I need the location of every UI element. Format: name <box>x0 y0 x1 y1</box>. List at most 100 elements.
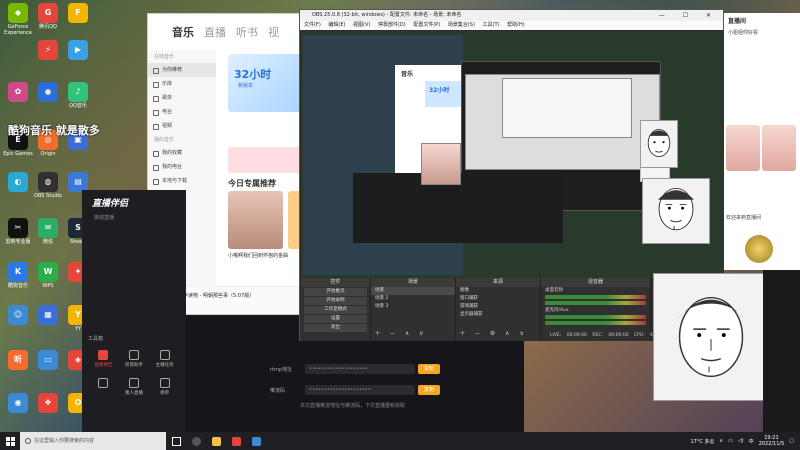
volume-meter[interactable] <box>545 301 646 305</box>
desktop-icon[interactable]: ◉ <box>33 82 63 103</box>
tab-3[interactable]: 视 <box>268 24 279 40</box>
mixer-dock: 混音器 桌面音频 麦克风/Aux <box>541 278 651 341</box>
app-taskbar-icon[interactable] <box>246 432 266 450</box>
app-icon: ◉ <box>8 393 28 413</box>
menu-item[interactable]: 视图(V) <box>353 22 370 28</box>
obs-titlebar[interactable]: OBS 25.0.8 (32-bit, windows) - 配置文件: 未命名… <box>300 10 723 21</box>
desktop-icon[interactable]: ✿ <box>3 82 33 103</box>
taskbar-search[interactable]: 在这里输入你要搜索的内容 <box>20 432 166 450</box>
tool-button[interactable]: 房管助手 <box>119 350 150 368</box>
sidebar-item[interactable]: 乐库 <box>148 77 216 91</box>
sidebar-item[interactable]: 我的电台 <box>148 160 216 174</box>
scene-item[interactable]: 场景 3 <box>371 303 455 311</box>
desktop-icon[interactable]: ❖ <box>33 393 63 414</box>
sidebar-item[interactable]: 歌单 <box>148 91 216 105</box>
copy-button[interactable]: 复制 <box>418 385 440 395</box>
desktop-icon[interactable]: K 酷狗音乐 <box>3 262 33 289</box>
tab-1[interactable]: 直播 <box>204 24 226 40</box>
source-item[interactable]: 窗口捕获 <box>456 295 540 303</box>
notification-icon[interactable]: ▢ <box>789 438 794 444</box>
tab-2[interactable]: 听书 <box>236 24 258 40</box>
desktop-icon[interactable]: ✂ 剪映专业版 <box>3 218 33 245</box>
field-input[interactable]: •••••••••••••••••••• <box>305 364 415 374</box>
menu-item[interactable]: 文件(F) <box>304 22 321 28</box>
sidebar-item[interactable]: 电台 <box>148 105 216 119</box>
app-icon: ▶ <box>68 40 88 60</box>
menu-item[interactable]: 停靠部件(D) <box>378 22 406 28</box>
tool-button[interactable]: 主播任务 <box>149 350 180 368</box>
desktop-icon[interactable]: ⚡ <box>33 40 63 61</box>
sidebar-item[interactable]: 为你推荐 <box>148 63 216 77</box>
ime-indicator[interactable]: 中 <box>749 438 754 445</box>
menu-item[interactable]: 工具(T) <box>483 22 500 28</box>
desktop-icon[interactable]: ▦ <box>33 305 63 326</box>
control-button[interactable]: 退出 <box>304 324 367 332</box>
desktop-icon[interactable]: W WPS <box>33 262 63 289</box>
volume-meter[interactable] <box>545 295 646 299</box>
volume-icon[interactable]: ◁) <box>738 438 744 444</box>
start-button[interactable] <box>0 432 20 450</box>
scene-item[interactable]: 场景 <box>371 287 455 295</box>
douyin-live-window[interactable]: 直播伴侣 离线直播 工具箱 直播预告 房管助手 主播任务 素人直播 榜单 <box>82 190 186 432</box>
window-controls[interactable]: — ☐ ✕ <box>659 10 719 21</box>
tool-button[interactable]: 榜单 <box>149 378 180 396</box>
field-input[interactable]: ••••••••••••••••••••• <box>305 385 415 395</box>
tool-button[interactable]: 素人直播 <box>119 378 150 396</box>
desktop-icon[interactable]: 听 <box>3 350 33 371</box>
menu-item[interactable]: 场景集合(S) <box>448 22 475 28</box>
tool-button[interactable]: 直播预告 <box>88 350 119 368</box>
app-icon: K <box>8 262 28 282</box>
menu-item[interactable]: 帮助(H) <box>507 22 525 28</box>
sidebar-item[interactable]: 视频 <box>148 119 216 133</box>
tab-0[interactable]: 音乐 <box>172 24 194 40</box>
app-taskbar-icon[interactable] <box>226 432 246 450</box>
menu-item[interactable]: 配置文件(P) <box>413 22 440 28</box>
volume-meter[interactable] <box>545 315 646 319</box>
scene-item[interactable]: 场景 2 <box>371 295 455 303</box>
desktop-icon[interactable]: F <box>63 3 93 24</box>
desktop-icon[interactable]: ▭ <box>33 350 63 371</box>
promo-card[interactable] <box>228 147 304 173</box>
sidebar-item[interactable]: 本地与下载 <box>148 174 216 188</box>
nested-banner: 32小时 <box>425 81 463 107</box>
source-item[interactable]: 显示器捕获 <box>456 311 540 319</box>
desktop-icon[interactable]: ◉ <box>3 393 33 414</box>
control-button[interactable]: 工作室模式 <box>304 306 367 314</box>
obs-taskbar-icon[interactable] <box>186 432 206 450</box>
desktop-icon[interactable]: G 腾讯QQ <box>33 3 63 30</box>
desktop-icon[interactable]: ♪ QQ音乐 <box>63 82 93 109</box>
control-button[interactable]: 开始推流 <box>304 288 367 296</box>
recommend-thumbnail[interactable] <box>228 191 283 249</box>
tool-button[interactable] <box>88 378 119 396</box>
music-banner[interactable]: 32小时 新版本 <box>228 54 304 112</box>
app-icon: ✂ <box>8 218 28 238</box>
control-button[interactable]: 设置 <box>304 315 367 323</box>
desktop-icon[interactable]: ✉ 微信 <box>33 218 63 245</box>
desktop-icon[interactable]: ◆ GeForce Experience <box>3 3 33 36</box>
stream-note: 本次直播推流地址与推流码，下次直播重新获取 <box>300 403 406 409</box>
chevron-up-icon[interactable]: ∧ <box>719 438 723 444</box>
source-toolbar[interactable]: + − ⚙ ∧ ∨ <box>460 330 528 337</box>
tool-label: 直播预告 <box>94 363 113 368</box>
dock-header: 场景 <box>371 278 455 287</box>
copy-button[interactable]: 复制 <box>418 364 440 374</box>
source-item[interactable]: 游戏捕获 <box>456 303 540 311</box>
desktop-icon[interactable]: ☺ <box>3 305 33 326</box>
network-icon[interactable]: ▭ <box>728 438 733 444</box>
source-item[interactable]: 图像 <box>456 287 540 295</box>
task-view-icon[interactable] <box>166 432 186 450</box>
desktop-icon[interactable]: ◐ <box>3 172 33 193</box>
control-button[interactable]: 开始录制 <box>304 297 367 305</box>
sidebar-item[interactable]: 我的收藏 <box>148 146 216 160</box>
volume-meter[interactable] <box>545 321 646 325</box>
folder-icon[interactable] <box>206 432 226 450</box>
menu-item[interactable]: 编辑(E) <box>328 22 345 28</box>
desktop-icon[interactable]: ◍ OBS Studio <box>33 172 63 199</box>
app-icon: ☺ <box>8 305 28 325</box>
clock[interactable]: 19:21 2022/11/5 <box>759 435 785 447</box>
desktop-icon-label: 微信 <box>42 239 53 245</box>
desktop-icon[interactable]: ▶ <box>63 40 93 61</box>
desktop-icon-label: Epic Games <box>3 151 33 157</box>
scene-toolbar[interactable]: + − ∧ ∨ <box>375 330 428 337</box>
weather[interactable]: 17°C 多云 <box>690 438 714 445</box>
